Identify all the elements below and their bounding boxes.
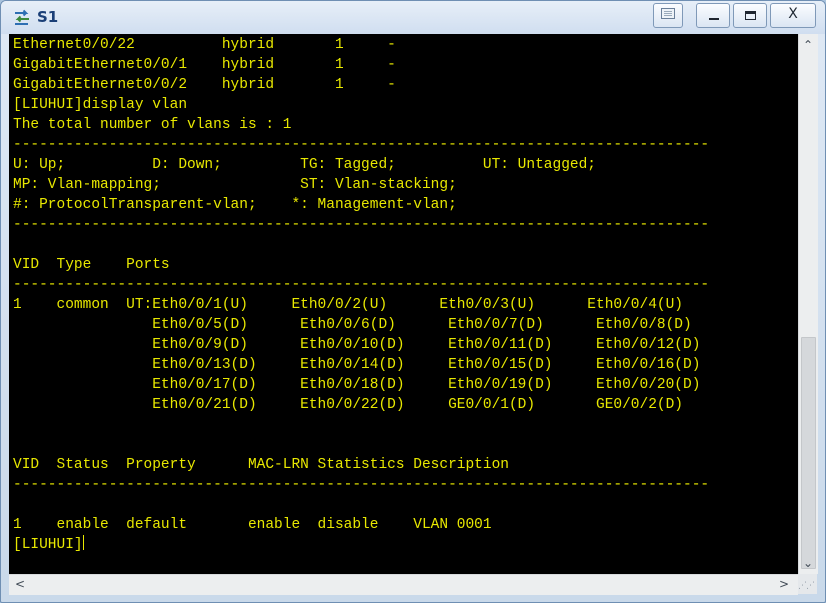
terminal-line: Eth0/0/5(D) Eth0/0/6(D) Eth0/0/7(D) Eth0… <box>13 317 692 333</box>
horizontal-scrollbar[interactable]: < > <box>9 574 798 595</box>
terminal-line: MP: Vlan-mapping; ST: Vlan-stacking; <box>13 177 457 193</box>
terminal-line: 1 enable default enable disable VLAN 000… <box>13 517 492 533</box>
terminal-line: VID Type Ports <box>13 257 170 273</box>
terminal-line: ----------------------------------------… <box>13 277 710 293</box>
terminal-line: GigabitEthernet0/0/2 hybrid 1 - <box>13 77 396 93</box>
vertical-scroll-thumb[interactable] <box>801 337 816 569</box>
terminal-line: GigabitEthernet0/0/1 hybrid 1 - <box>13 57 396 73</box>
terminal-prompt: [LIUHUI] <box>13 537 83 553</box>
terminal-line: VID Status Property MAC-LRN Statistics D… <box>13 457 509 473</box>
terminal-line: ----------------------------------------… <box>13 477 710 493</box>
screen-mode-button[interactable] <box>653 3 683 28</box>
title-bar[interactable]: S1 X <box>1 1 825 34</box>
scroll-up-icon[interactable]: ⌃ <box>803 38 813 52</box>
terminal-line: Eth0/0/17(D) Eth0/0/18(D) Eth0/0/19(D) E… <box>13 377 701 393</box>
terminal-line: 1 common UT:Eth0/0/1(U) Eth0/0/2(U) Eth0… <box>13 297 684 313</box>
terminal-line: Eth0/0/9(D) Eth0/0/10(D) Eth0/0/11(D) Et… <box>13 337 701 353</box>
terminal-line: Eth0/0/21(D) Eth0/0/22(D) GE0/0/1(D) GE0… <box>13 397 684 413</box>
text-cursor <box>82 535 84 550</box>
terminal-line: The total number of vlans is : 1 <box>13 117 292 133</box>
minimize-button[interactable] <box>696 3 730 28</box>
scroll-right-icon[interactable]: > <box>779 577 789 591</box>
resize-grip[interactable]: ⋰⋰ <box>798 574 817 594</box>
terminal-prompt-line: [LIUHUI] <box>13 535 84 555</box>
close-button[interactable]: X <box>770 3 816 28</box>
terminal-output[interactable]: Ethernet0/0/22 hybrid 1 - GigabitEtherne… <box>9 34 798 574</box>
maximize-icon <box>745 11 756 20</box>
window-title: S1 <box>37 8 59 26</box>
minimize-icon <box>709 18 719 20</box>
terminal-line: #: ProtocolTransparent-vlan; *: Manageme… <box>13 197 457 213</box>
terminal-line: Eth0/0/13(D) Eth0/0/14(D) Eth0/0/15(D) E… <box>13 357 701 373</box>
maximize-button[interactable] <box>733 3 767 28</box>
close-icon: X <box>788 6 798 22</box>
terminal-line: ----------------------------------------… <box>13 217 710 233</box>
scroll-down-icon[interactable]: ⌄ <box>803 556 813 570</box>
screen-icon <box>661 8 675 19</box>
scroll-left-icon[interactable]: < <box>15 577 25 591</box>
terminal-line: ----------------------------------------… <box>13 137 710 153</box>
terminal-line: [LIUHUI]display vlan <box>13 97 188 113</box>
console-window: S1 X Ethernet0/0/22 hybrid 1 - GigabitEt… <box>0 0 826 603</box>
terminal-line: U: Up; D: Down; TG: Tagged; UT: Untagged… <box>13 157 596 173</box>
grip-icon: ⋰⋰ <box>798 581 815 591</box>
terminal-line: Ethernet0/0/22 hybrid 1 - <box>13 37 396 53</box>
vertical-scrollbar[interactable]: ⌃ ⌄ <box>798 34 818 574</box>
switch-icon <box>15 9 29 25</box>
